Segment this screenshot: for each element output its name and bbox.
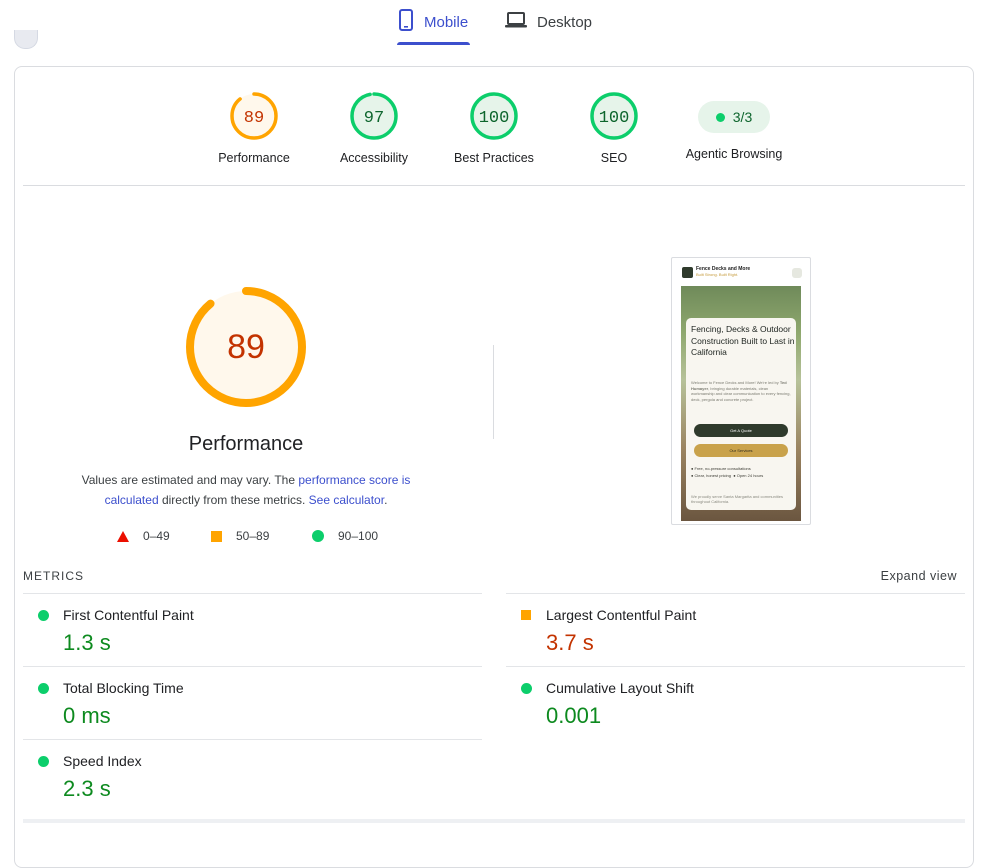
pass-dot-icon (715, 112, 725, 122)
category-label: SEO (600, 151, 628, 165)
agentic-label: Agentic Browsing (685, 147, 783, 161)
site-logo (682, 267, 693, 278)
legend-pass: 90–100 (312, 529, 378, 543)
metric-name: Cumulative Layout Shift (546, 680, 694, 696)
score-gauge: 89 (230, 92, 278, 140)
tab-desktop-label: Desktop (537, 13, 593, 31)
hamburger-menu-icon (792, 268, 802, 278)
site-check-2-text: Clear, honest pricing (694, 473, 731, 478)
category-performance[interactable]: 89 Performance (199, 91, 309, 165)
metric-value: 2.3 s (63, 776, 111, 801)
score-gauge: 100 (590, 92, 638, 140)
agentic-browsing-item[interactable]: 3/3 Agentic Browsing (679, 91, 789, 161)
site-check-3-text: Open 24 hours (736, 473, 764, 478)
avatar (14, 30, 38, 49)
metric-status-indicator (38, 683, 49, 694)
category-label: Best Practices (454, 151, 534, 165)
divider (23, 185, 965, 186)
site-intro-1: Welcome to Fence Decks and More! We're l… (691, 380, 780, 385)
metric-name: Speed Index (63, 753, 142, 769)
legend-fail-range: 0–49 (143, 529, 170, 543)
average-square-icon (521, 610, 531, 620)
legend-pass-range: 90–100 (338, 529, 379, 543)
site-check-2: ● Clear, honest pricing ● Open 24 hours (691, 473, 764, 478)
device-tabs: Mobile Desktop (0, 0, 988, 46)
category-label: Accessibility (339, 151, 409, 165)
site-headline: Fencing, Decks & Outdoor Construction Bu… (691, 324, 795, 357)
desc-text-3: . (384, 493, 388, 507)
metric-total-blocking-time: Total Blocking Time 0 ms (23, 666, 482, 739)
score-value: 100 (479, 109, 510, 128)
category-best-practices[interactable]: 100 Best Practices (439, 91, 549, 165)
performance-gauge-large: 89 (185, 286, 307, 413)
site-cta-secondary: Our Services (694, 444, 788, 457)
score-value: 89 (244, 109, 264, 128)
legend-average-range: 50–89 (236, 529, 270, 543)
score-gauge: 100 (470, 92, 518, 140)
site-check-1: ● Free, no-pressure consultations (691, 466, 751, 471)
smartphone-icon (398, 9, 414, 35)
active-tab-indicator (397, 42, 470, 45)
site-tagline: Built Strong. Built Right. (696, 272, 739, 277)
category-label: Performance (218, 151, 290, 165)
tab-mobile-label: Mobile (424, 13, 469, 31)
metric-value: 0 ms (63, 703, 111, 728)
site-hero-panel: Fencing, Decks & Outdoor Construction Bu… (686, 318, 796, 510)
expand-view-toggle[interactable]: Expand view (881, 569, 957, 583)
see-calculator-link[interactable]: See calculator (309, 493, 384, 507)
final-screenshot[interactable]: Fence Decks and More Built Strong. Built… (671, 257, 811, 525)
score-value: 100 (599, 109, 630, 128)
performance-title: Performance (188, 433, 304, 455)
pass-circle-icon (312, 530, 324, 542)
pass-circle-icon (38, 610, 49, 621)
metric-name: Total Blocking Time (63, 680, 184, 696)
metric-name: Largest Contentful Paint (546, 607, 697, 623)
site-intro: Welcome to Fence Decks and More! We're l… (691, 380, 791, 402)
metric-first-contentful-paint: First Contentful Paint 1.3 s (23, 593, 482, 666)
metric-status-indicator (521, 683, 532, 694)
fail-triangle-icon (117, 530, 129, 542)
metric-value: 1.3 s (63, 630, 111, 655)
site-header: Fence Decks and More Built Strong. Built… (682, 267, 802, 279)
score-value: 97 (364, 109, 384, 128)
tab-desktop[interactable]: Desktop (505, 10, 592, 34)
metrics-header: METRICS (23, 569, 84, 583)
average-square-icon (211, 530, 222, 542)
desc-text-1: Values are estimated and may vary. The (81, 473, 299, 487)
site-hero-image: Fencing, Decks & Outdoor Construction Bu… (681, 286, 801, 521)
report-card: 89 Performance 97 Accessibility 100 Best Prac… (14, 66, 974, 868)
agentic-score-pill: 3/3 (698, 101, 770, 133)
site-cta-primary: Get A Quote (694, 424, 788, 437)
pass-circle-icon (521, 683, 532, 694)
performance-score-large: 89 (227, 328, 265, 366)
legend-average: 50–89 (211, 529, 269, 543)
vertical-divider (493, 345, 494, 439)
agentic-score: 3/3 (732, 109, 753, 125)
metric-status-indicator (521, 610, 531, 620)
metric-value: 3.7 s (546, 630, 594, 655)
metric-status-indicator (38, 756, 49, 767)
category-seo[interactable]: 100 SEO (559, 91, 669, 165)
legend-fail: 0–49 (117, 529, 170, 543)
tab-mobile[interactable]: Mobile (398, 9, 469, 35)
laptop-icon (505, 11, 527, 33)
metric-name: First Contentful Paint (63, 607, 194, 623)
metric-largest-contentful-paint: Largest Contentful Paint 3.7 s (506, 593, 965, 666)
desc-text-2: directly from these metrics. (158, 493, 309, 507)
site-check-1-text: Free, no-pressure consultations (694, 466, 751, 471)
category-accessibility[interactable]: 97 Accessibility (319, 91, 429, 165)
metric-status-indicator (38, 610, 49, 621)
metric-value: 0.001 (546, 703, 602, 728)
score-gauge: 97 (350, 92, 398, 140)
site-footer-text: We proudly serve Santa Margarita and com… (691, 494, 783, 504)
bottom-strip (23, 819, 965, 823)
pass-circle-icon (38, 756, 49, 767)
pass-circle-icon (38, 683, 49, 694)
metric-cumulative-layout-shift: Cumulative Layout Shift 0.001 (506, 666, 965, 739)
metric-speed-index: Speed Index 2.3 s (23, 739, 482, 812)
performance-description: Values are estimated and may vary. The p… (63, 470, 429, 510)
